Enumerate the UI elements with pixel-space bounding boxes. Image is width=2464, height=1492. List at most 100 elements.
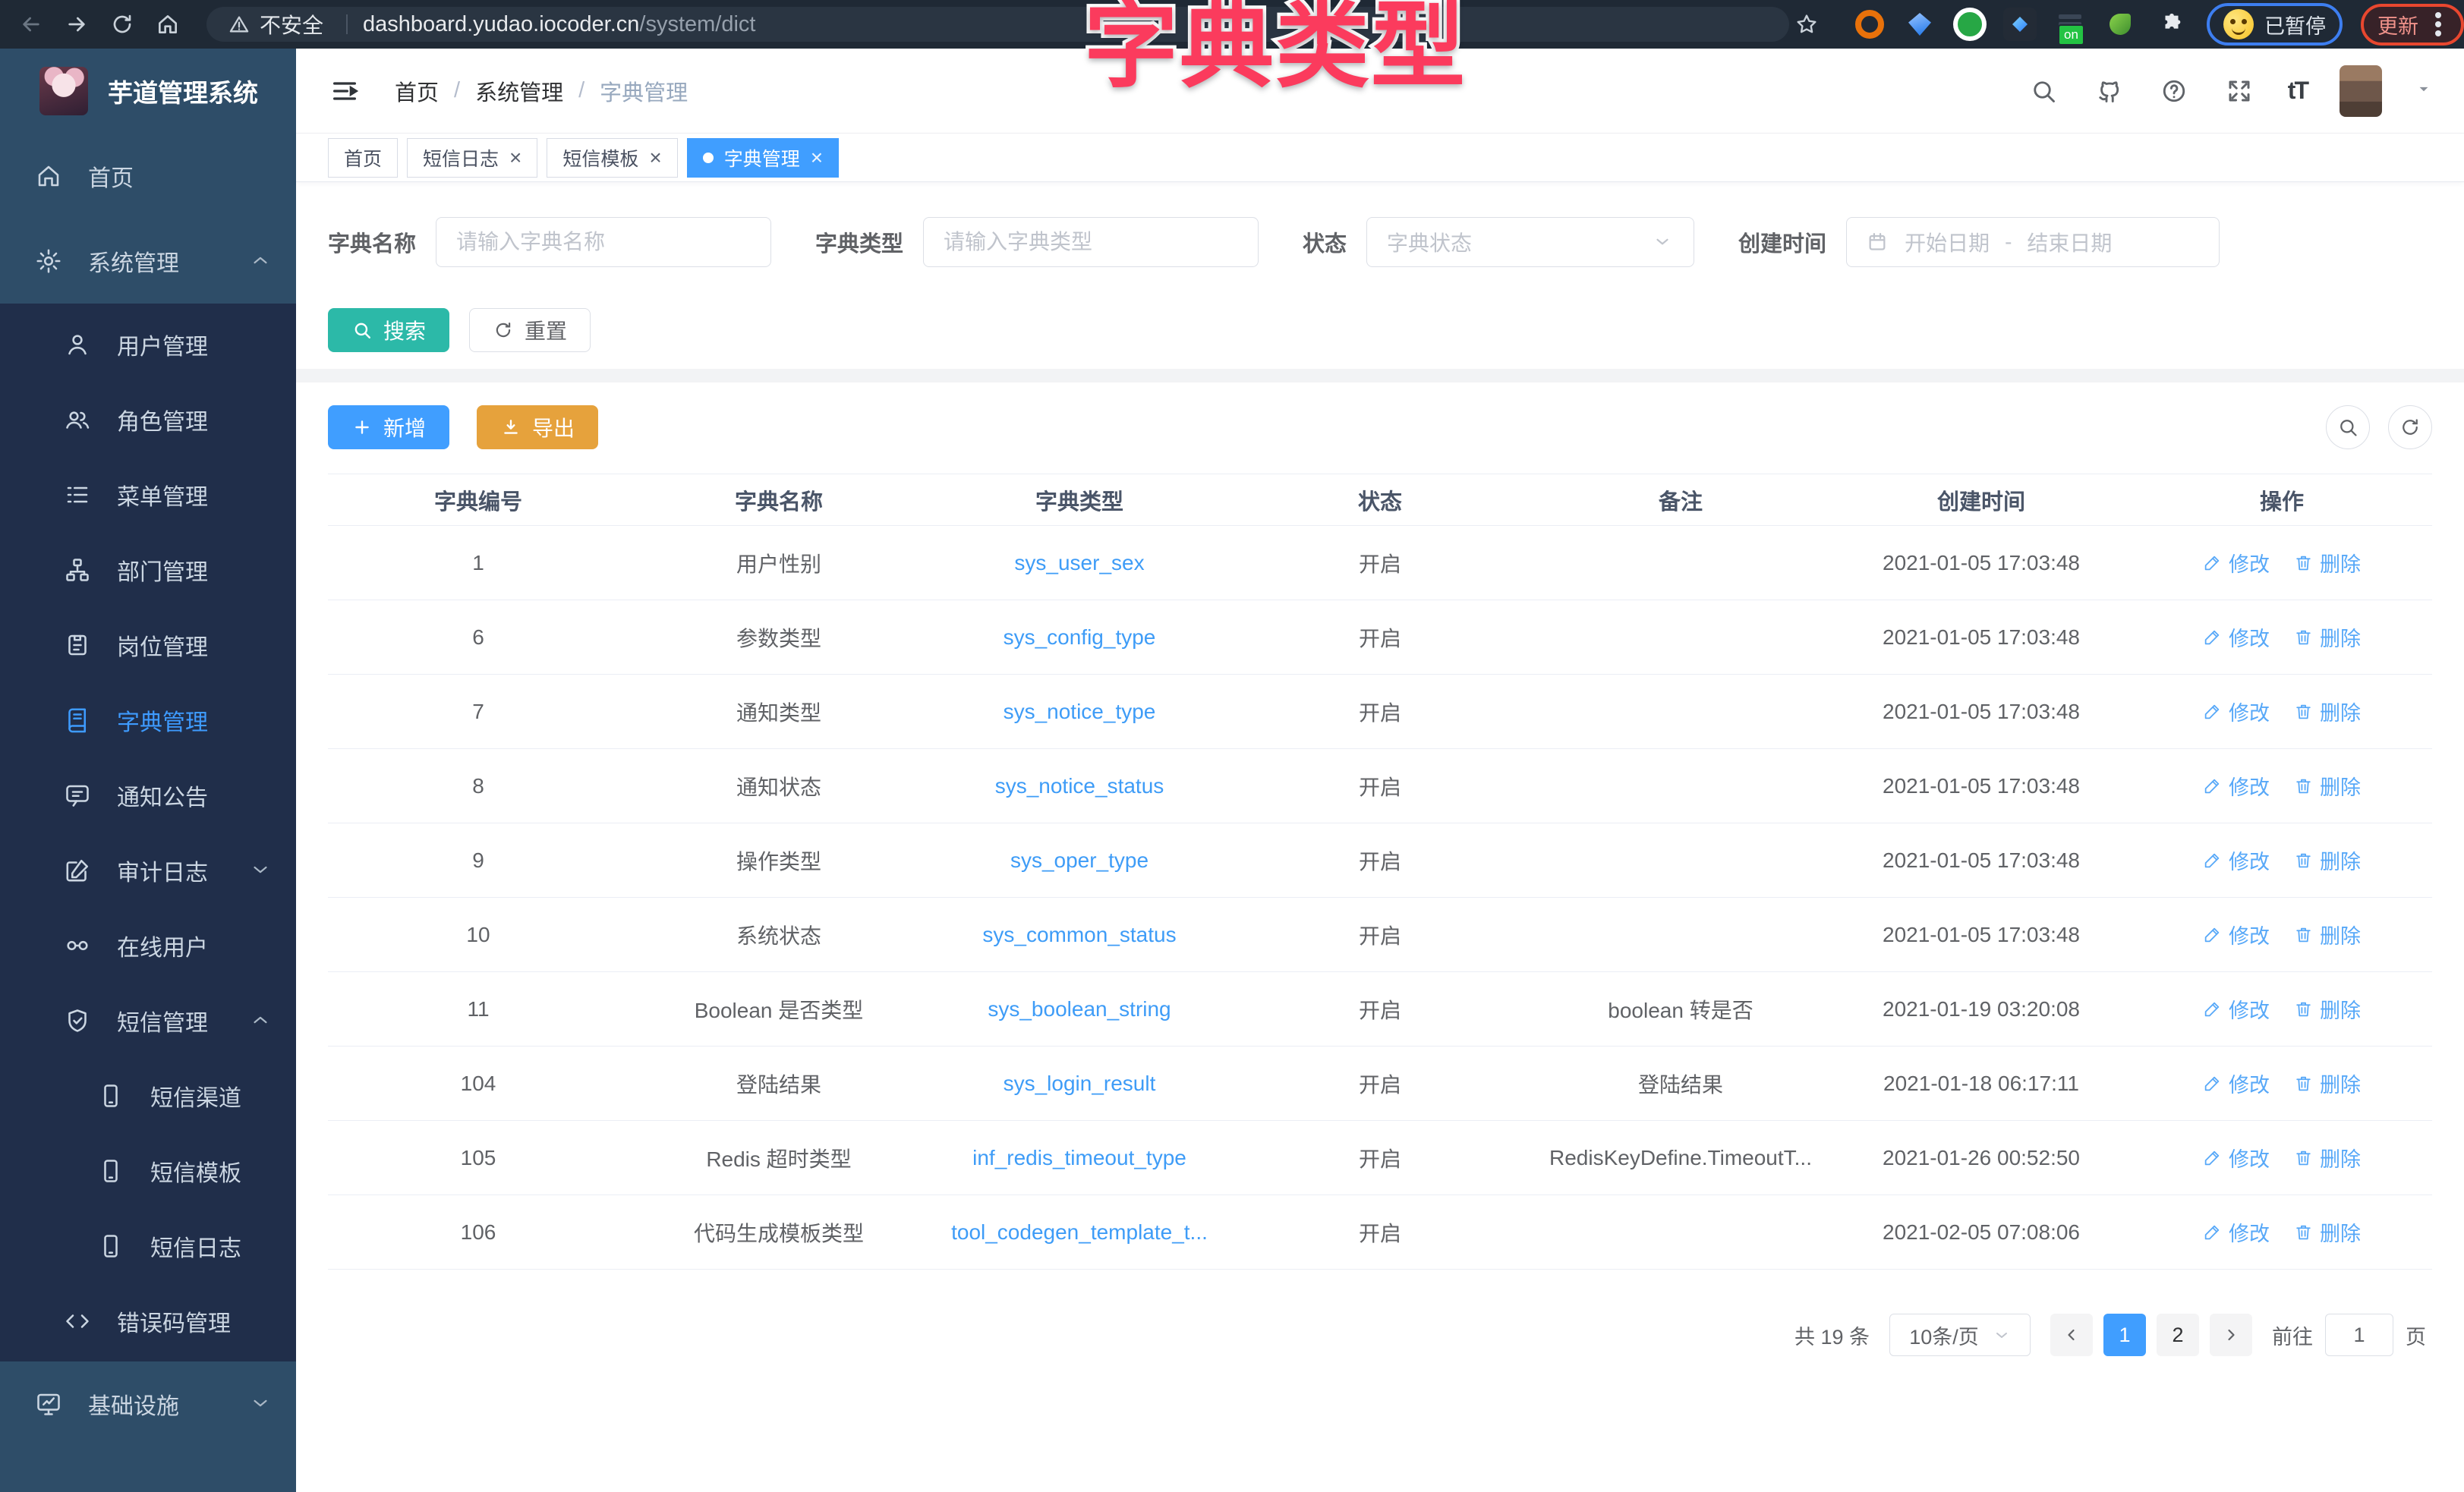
close-icon[interactable]: ×: [649, 147, 661, 168]
search-icon[interactable]: [2027, 74, 2060, 108]
sidebar-item-shield-check[interactable]: 短信管理: [0, 983, 296, 1058]
sidebar-item-phone[interactable]: 短信模板: [0, 1133, 296, 1208]
sidebar-item-edit-square[interactable]: 审计日志: [0, 833, 296, 908]
page-size-select[interactable]: 10条/页: [1889, 1314, 2031, 1356]
edit-link[interactable]: 修改: [2203, 548, 2270, 578]
user-menu-caret-icon[interactable]: [2414, 79, 2434, 102]
browser-forward-icon[interactable]: [59, 7, 94, 42]
dict-type-link[interactable]: sys_notice_type: [1004, 700, 1156, 723]
dict-type-input[interactable]: [923, 217, 1259, 267]
edit-link[interactable]: 修改: [2203, 920, 2270, 949]
ext-leaf-icon[interactable]: [2103, 8, 2137, 41]
refresh-table-button[interactable]: [2388, 405, 2432, 449]
breadcrumb-item[interactable]: 系统管理: [475, 75, 563, 107]
bookmark-star-icon[interactable]: [1789, 7, 1824, 42]
edit-link[interactable]: 修改: [2203, 622, 2270, 652]
sidebar-item-badge[interactable]: 岗位管理: [0, 607, 296, 682]
sidebar-item-user[interactable]: 用户管理: [0, 307, 296, 382]
delete-link[interactable]: 删除: [2294, 1217, 2361, 1247]
tab-view[interactable]: 短信模板×: [547, 138, 677, 178]
help-icon[interactable]: [2157, 74, 2191, 108]
edit-link[interactable]: 修改: [2203, 771, 2270, 801]
browser-menu-icon[interactable]: [2435, 21, 2441, 27]
dict-type-link[interactable]: sys_login_result: [1004, 1072, 1156, 1095]
shield-check-icon: [62, 1006, 93, 1036]
chrome-update-chip[interactable]: 更新: [2361, 4, 2464, 46]
dict-type-link[interactable]: tool_codegen_template_t...: [951, 1220, 1208, 1244]
add-button[interactable]: 新增: [328, 405, 449, 449]
show-search-button[interactable]: [2326, 405, 2370, 449]
delete-link[interactable]: 删除: [2294, 1143, 2361, 1173]
browser-home-icon[interactable]: [150, 7, 185, 42]
close-icon[interactable]: ×: [811, 147, 823, 168]
dict-type-link[interactable]: sys_oper_type: [1010, 848, 1149, 872]
delete-link[interactable]: 删除: [2294, 622, 2361, 652]
search-card: 字典名称 字典类型 状态 字典状态: [296, 182, 2464, 369]
dict-type-link[interactable]: sys_user_sex: [1014, 551, 1144, 574]
sidebar-item-book[interactable]: 字典管理: [0, 682, 296, 757]
date-range-picker[interactable]: 开始日期 - 结束日期: [1846, 217, 2220, 267]
github-icon[interactable]: [2092, 74, 2125, 108]
sidebar-item-home[interactable]: 首页: [0, 134, 296, 219]
close-icon[interactable]: ×: [509, 147, 521, 168]
dict-type-link[interactable]: sys_common_status: [982, 923, 1176, 946]
edit-link[interactable]: 修改: [2203, 994, 2270, 1024]
user-avatar[interactable]: [2340, 65, 2382, 117]
ext-diamond-icon[interactable]: [2003, 8, 2037, 41]
dict-name-input[interactable]: [436, 217, 771, 267]
sidebar-item-users[interactable]: 角色管理: [0, 382, 296, 457]
sidebar-item-chat[interactable]: 通知公告: [0, 757, 296, 833]
tab-view[interactable]: 字典管理×: [687, 138, 839, 178]
sidebar-item-menu-list[interactable]: 菜单管理: [0, 457, 296, 532]
delete-link[interactable]: 删除: [2294, 1069, 2361, 1098]
sidebar-item-code[interactable]: 错误码管理: [0, 1283, 296, 1358]
search-button[interactable]: 搜索: [328, 308, 449, 352]
tab-view[interactable]: 短信日志×: [407, 138, 537, 178]
extensions-puzzle-icon[interactable]: [2155, 8, 2188, 41]
edit-link[interactable]: 修改: [2203, 697, 2270, 726]
sidebar-item-online-users[interactable]: 在线用户: [0, 908, 296, 983]
sidebar-item-gear[interactable]: 系统管理: [0, 219, 296, 304]
browser-reload-icon[interactable]: [105, 7, 140, 42]
hamburger-icon[interactable]: [326, 73, 363, 109]
sidebar-item-phone[interactable]: 短信渠道: [0, 1058, 296, 1133]
browser-back-icon[interactable]: [14, 7, 49, 42]
dict-type-link[interactable]: sys_boolean_string: [988, 997, 1171, 1021]
next-page-button[interactable]: [2210, 1314, 2252, 1356]
dict-type-link[interactable]: sys_notice_status: [995, 774, 1164, 798]
profile-chip[interactable]: 已暂停: [2207, 3, 2343, 46]
ext-orange-icon[interactable]: [1853, 8, 1886, 41]
sidebar-item-phone[interactable]: 短信日志: [0, 1208, 296, 1283]
page-button-1[interactable]: 1: [2103, 1314, 2146, 1356]
tab-view[interactable]: 首页: [328, 138, 398, 178]
breadcrumb-item[interactable]: 首页: [395, 75, 439, 107]
reset-button[interactable]: 重置: [469, 308, 591, 352]
dict-type-link[interactable]: sys_config_type: [1004, 625, 1156, 649]
delete-link[interactable]: 删除: [2294, 697, 2361, 726]
edit-link[interactable]: 修改: [2203, 1069, 2270, 1098]
delete-link[interactable]: 删除: [2294, 845, 2361, 875]
delete-link[interactable]: 删除: [2294, 920, 2361, 949]
delete-link[interactable]: 删除: [2294, 994, 2361, 1024]
ext-green-icon[interactable]: [1953, 8, 1987, 41]
prev-page-button[interactable]: [2050, 1314, 2093, 1356]
dict-type-link[interactable]: inf_redis_timeout_type: [972, 1146, 1186, 1169]
status-select[interactable]: 字典状态: [1366, 217, 1694, 267]
cell-created: 2021-01-05 17:03:48: [1831, 526, 2132, 600]
edit-link[interactable]: 修改: [2203, 1217, 2270, 1247]
edit-link[interactable]: 修改: [2203, 1143, 2270, 1173]
app-logo-row[interactable]: 芋道管理系统: [0, 49, 296, 134]
sidebar-item-monitor[interactable]: 基础设施: [0, 1361, 296, 1446]
ext-gem-icon[interactable]: [1903, 8, 1936, 41]
page-button-2[interactable]: 2: [2157, 1314, 2199, 1356]
edit-link[interactable]: 修改: [2203, 845, 2270, 875]
address-bar[interactable]: 不安全 dashboard.yudao.iocoder.cn/system/di…: [206, 7, 1789, 42]
goto-page-input[interactable]: [2325, 1314, 2393, 1356]
export-button[interactable]: 导出: [477, 405, 598, 449]
font-size-icon[interactable]: tT: [2288, 77, 2308, 105]
fullscreen-icon[interactable]: [2223, 74, 2256, 108]
ext-on-icon[interactable]: on: [2053, 8, 2087, 41]
delete-link[interactable]: 删除: [2294, 548, 2361, 578]
delete-link[interactable]: 删除: [2294, 771, 2361, 801]
sidebar-item-org-tree[interactable]: 部门管理: [0, 532, 296, 607]
